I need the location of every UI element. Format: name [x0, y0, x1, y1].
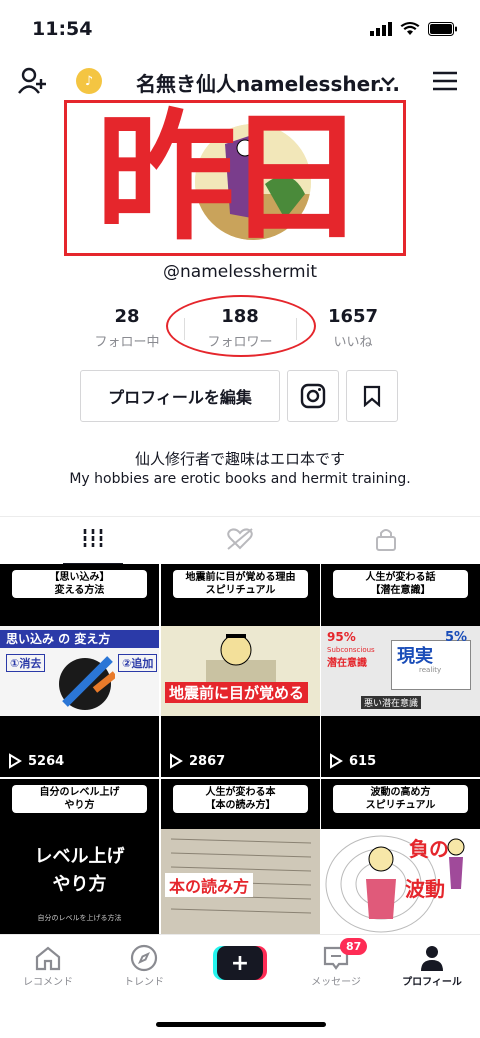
- video-caption: 自分のレベル上げ やり方: [12, 785, 147, 813]
- thumb-sub1: ①消去: [6, 654, 46, 672]
- nav-messages[interactable]: メッセージ: [288, 943, 384, 988]
- user-handle: @namelesshermit: [163, 262, 317, 282]
- thumb-t1: 負の: [409, 837, 449, 861]
- thumb-title: 思い込み の 変え方: [0, 630, 159, 648]
- thumb-title: 現実: [397, 646, 433, 667]
- thumb-pct2: 5%: [445, 630, 468, 645]
- view-count: 615: [329, 753, 376, 769]
- thumb-t2: 波動: [405, 877, 445, 901]
- thumb-figure: [206, 634, 276, 688]
- video-thumbnail: 思い込み の 変え方 ①消去 ②追加: [0, 626, 159, 716]
- create-button[interactable]: +: [213, 946, 267, 980]
- video-caption: 人生が変わる話 【潜在意識】: [333, 570, 468, 598]
- video-tile[interactable]: 自分のレベル上げ やり方 レベル上げ やり方 自分のレベルを上げる方法: [0, 779, 159, 934]
- thumb-sub2: ②追加: [118, 654, 158, 672]
- thumb-t3: reality: [419, 666, 442, 674]
- bookmark-button[interactable]: [346, 370, 398, 422]
- bio-line-2: My hobbies are erotic books and hermit t…: [69, 471, 411, 487]
- video-caption: 波動の高め方 スピリチュアル: [333, 785, 468, 813]
- overlay-text-2: 日: [226, 97, 367, 260]
- status-icons: [370, 22, 458, 36]
- status-bar: 11:54: [0, 0, 480, 60]
- home-icon: [35, 946, 61, 971]
- overlay-text-1: 昨: [96, 97, 237, 260]
- tab-videos[interactable]: [63, 527, 123, 549]
- thumb-title: 本の読み方: [165, 873, 254, 897]
- nav-profile-label: プロフィール: [402, 977, 462, 988]
- nav-trend-label: トレンド: [124, 977, 164, 988]
- compass-icon: [130, 944, 158, 972]
- profile-header: ♪ 名無き仙人namelessher...: [0, 62, 480, 102]
- video-caption: 【思い込み】 変える方法: [12, 570, 147, 598]
- plus-icon: +: [217, 946, 263, 980]
- nav-profile[interactable]: プロフィール: [384, 943, 480, 988]
- play-icon: [330, 753, 343, 769]
- lock-icon: [376, 529, 396, 551]
- video-tile[interactable]: 波動の高め方 スピリチュアル 負の 波動: [321, 779, 480, 934]
- video-thumbnail: 負の 波動: [321, 829, 480, 934]
- tab-liked[interactable]: [210, 527, 270, 551]
- video-grid: 【思い込み】 変える方法 思い込み の 変え方 ①消去 ②追加 5264 地震前…: [0, 564, 480, 934]
- view-count: 2867: [169, 753, 225, 769]
- thumb-t2: 潜在意識: [327, 658, 367, 669]
- video-caption: 人生が変わる本 【本の読み方】: [173, 785, 308, 813]
- signal-icon: [370, 22, 392, 36]
- nav-home[interactable]: レコメンド: [0, 943, 96, 988]
- instagram-button[interactable]: [287, 370, 339, 422]
- messages-badge: 87: [340, 938, 368, 955]
- thumb-title: 地震前に目が覚める: [165, 682, 309, 703]
- view-count-value: 5264: [28, 753, 65, 769]
- followers-highlight-ring: [166, 295, 316, 357]
- view-count: 5264: [8, 753, 64, 769]
- menu-icon[interactable]: [432, 70, 458, 96]
- nav-home-label: レコメンド: [23, 977, 73, 988]
- add-friend-icon[interactable]: [18, 66, 48, 100]
- edit-profile-button[interactable]: プロフィールを編集: [80, 370, 280, 422]
- person-icon: [421, 946, 443, 971]
- account-switcher-title[interactable]: 名無き仙人namelessher...: [136, 68, 400, 97]
- thumb-figure: [325, 835, 465, 933]
- battery-icon: [428, 22, 457, 36]
- video-thumbnail: 地震前に目が覚める: [161, 626, 320, 716]
- thumb-pct1: 95%: [327, 630, 356, 644]
- nav-messages-label: メッセージ: [311, 977, 361, 988]
- wifi-icon: [400, 22, 420, 35]
- video-caption: 地震前に目が覚める理由 スピリチュアル: [173, 570, 308, 598]
- video-tile[interactable]: 人生が変わる本 【本の読み方】 本の読み方: [161, 779, 320, 934]
- video-tile[interactable]: 【思い込み】 変える方法 思い込み の 変え方 ①消去 ②追加 5264: [0, 564, 159, 777]
- video-thumbnail: 95% Subconscious 潜在意識 現実 5% reality 悪い潜在…: [321, 626, 480, 716]
- status-time: 11:54: [32, 18, 93, 40]
- home-indicator: [156, 1022, 326, 1027]
- thumb-figure: [59, 656, 115, 710]
- nav-trend[interactable]: トレンド: [96, 943, 192, 988]
- chevron-down-icon[interactable]: [380, 72, 396, 91]
- heart-hidden-icon: [227, 528, 253, 550]
- coin-icon[interactable]: ♪: [76, 68, 102, 94]
- view-count-value: 615: [349, 753, 377, 769]
- video-tile[interactable]: 人生が変わる話 【潜在意識】 95% Subconscious 潜在意識 現実 …: [321, 564, 480, 777]
- play-icon: [9, 753, 22, 769]
- thumb-title: レベル上げ やり方: [34, 846, 125, 895]
- thumb-t1: Subconscious: [327, 646, 375, 654]
- thumb-small: 自分のレベルを上げる方法: [37, 914, 122, 922]
- content-tabs: [0, 516, 480, 565]
- instagram-icon: [300, 383, 326, 409]
- play-icon: [170, 753, 183, 769]
- bio-line-1: 仙人修行者で趣味はエロ本です: [134, 450, 345, 468]
- grid-icon: [83, 529, 103, 547]
- thumb-t4: 悪い潜在意識: [361, 696, 422, 709]
- tab-private[interactable]: [356, 527, 416, 551]
- bookmark-icon: [363, 385, 381, 407]
- view-count-value: 2867: [189, 753, 226, 769]
- video-thumbnail: 本の読み方: [161, 829, 320, 934]
- video-tile[interactable]: 地震前に目が覚める理由 スピリチュアル 地震前に目が覚める 2867: [161, 564, 320, 777]
